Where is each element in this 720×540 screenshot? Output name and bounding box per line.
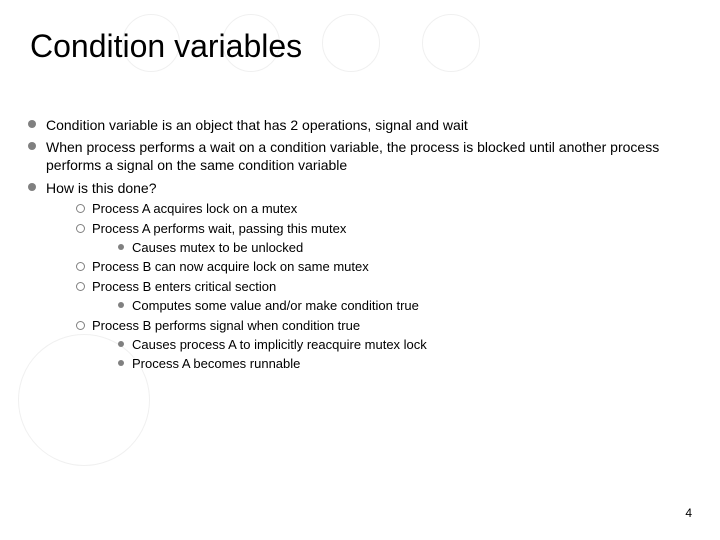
bullet-text: Process A performs wait, passing this mu… bbox=[92, 221, 346, 236]
bullet-text: How is this done? bbox=[46, 180, 157, 196]
bullet-text: Process B enters critical section bbox=[92, 279, 276, 294]
bullet-level2: Process B can now acquire lock on same m… bbox=[74, 259, 696, 276]
slide-title: Condition variables bbox=[30, 28, 302, 65]
bullet-text: Process A acquires lock on a mutex bbox=[92, 201, 297, 216]
bullet-text: Condition variable is an object that has… bbox=[46, 117, 468, 133]
bullet-level2: Process A acquires lock on a mutex bbox=[74, 201, 696, 218]
bullet-level3: Causes mutex to be unlocked bbox=[116, 240, 696, 257]
bullet-level3: Causes process A to implicitly reacquire… bbox=[116, 337, 696, 354]
bullet-text: Causes mutex to be unlocked bbox=[132, 240, 303, 255]
bullet-text: Process B can now acquire lock on same m… bbox=[92, 259, 369, 274]
decorative-circle bbox=[322, 14, 380, 72]
bullet-level1: When process performs a wait on a condit… bbox=[24, 138, 696, 174]
bullet-text: Computes some value and/or make conditio… bbox=[132, 298, 419, 313]
bullet-level2: Process A performs wait, passing this mu… bbox=[74, 221, 696, 257]
bullet-level1: Condition variable is an object that has… bbox=[24, 116, 696, 134]
bullet-level2: Process B enters critical section Comput… bbox=[74, 279, 696, 315]
slide: Condition variables Condition variable i… bbox=[0, 0, 720, 540]
bullet-text: Causes process A to implicitly reacquire… bbox=[132, 337, 427, 352]
bullet-text: Process A becomes runnable bbox=[132, 356, 300, 371]
bullet-level3: Process A becomes runnable bbox=[116, 356, 696, 373]
bullet-text: When process performs a wait on a condit… bbox=[46, 139, 659, 173]
bullet-text: Process B performs signal when condition… bbox=[92, 318, 360, 333]
bullet-level3: Computes some value and/or make conditio… bbox=[116, 298, 696, 315]
bullet-level1: How is this done? Process A acquires loc… bbox=[24, 179, 696, 373]
page-number: 4 bbox=[685, 506, 692, 520]
slide-body: Condition variable is an object that has… bbox=[24, 116, 696, 377]
bullet-level2: Process B performs signal when condition… bbox=[74, 318, 696, 373]
decorative-circle bbox=[422, 14, 480, 72]
